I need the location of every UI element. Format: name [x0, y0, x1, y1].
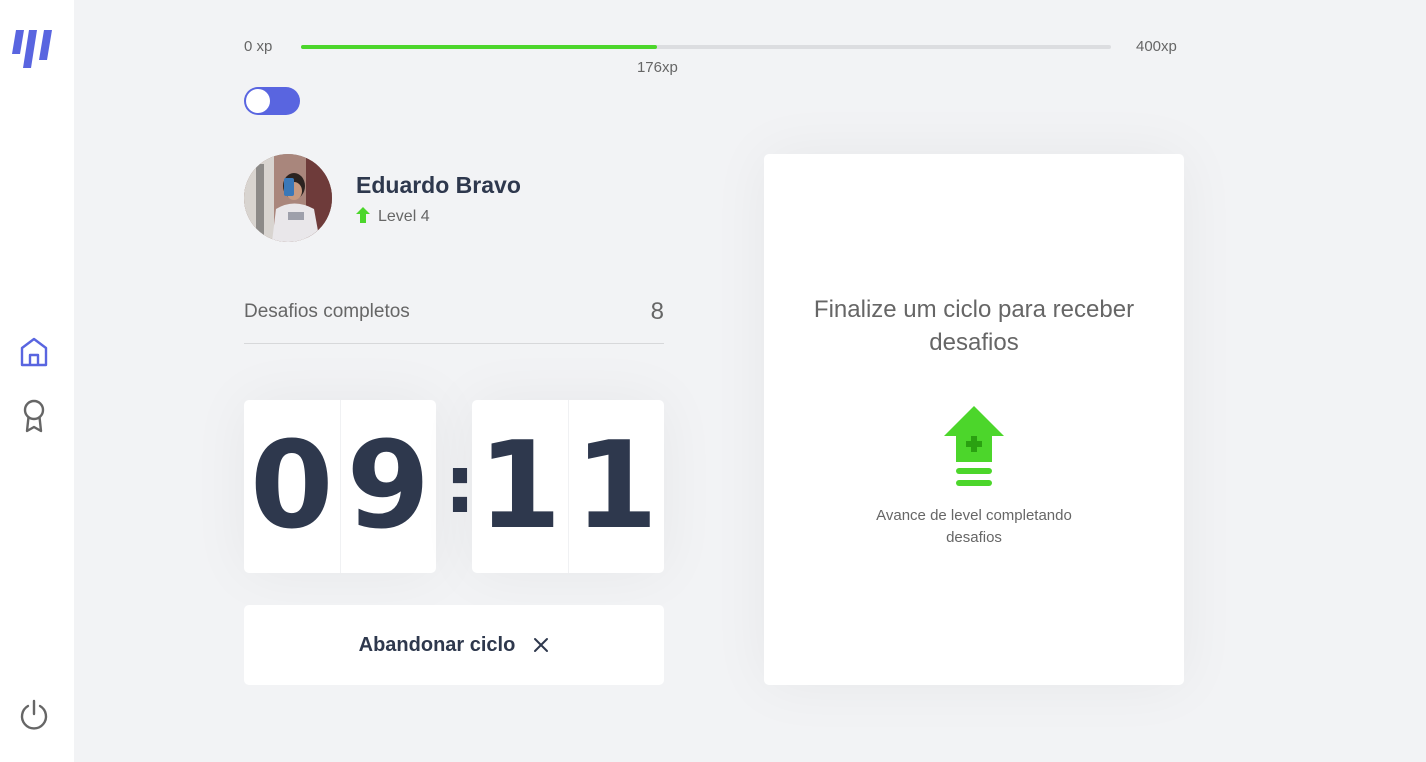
xp-current-label: 176xp: [636, 59, 678, 76]
abandon-cycle-button[interactable]: Abandonar ciclo: [244, 605, 664, 685]
countdown-digit: 9: [339, 400, 437, 573]
countdown-digit: 1: [478, 416, 562, 556]
countdown-minutes: 0 9: [244, 400, 436, 573]
countdown-digit: 1: [567, 400, 665, 573]
challenge-box-hint: Avance de level completando desafios: [876, 507, 1072, 546]
xp-progress-fill: [301, 45, 658, 49]
profile-name: Eduardo Bravo: [356, 172, 521, 198]
theme-toggle[interactable]: [244, 87, 300, 115]
level-up-arrow-icon: [356, 207, 370, 223]
countdown-seconds: 1 1: [472, 400, 664, 573]
countdown-separator: :: [444, 438, 476, 531]
power-icon[interactable]: [19, 699, 49, 731]
moveit-logo: [12, 30, 52, 68]
xp-progress-bar: [301, 45, 1111, 49]
award-icon[interactable]: [20, 399, 48, 433]
level-up-icon: [944, 406, 1004, 486]
sidebar: [0, 0, 74, 762]
home-icon[interactable]: [19, 336, 49, 368]
completed-challenges-label: Desafios completos: [244, 301, 410, 322]
countdown-digit: 0: [250, 416, 334, 556]
avatar: [244, 154, 332, 242]
completed-challenges: Desafios completos 8: [244, 298, 664, 344]
profile-level: Level 4: [378, 208, 430, 225]
completed-challenges-count: 8: [650, 298, 664, 325]
close-icon: [534, 638, 549, 652]
abandon-cycle-label: Abandonar ciclo: [358, 633, 516, 656]
xp-min-label: 0 xp: [244, 38, 273, 55]
xp-max-label: 400xp: [1136, 38, 1177, 55]
challenge-box: Finalize um ciclo para receber desafios …: [764, 154, 1184, 685]
challenge-box-title: Finalize um ciclo para receber desafios: [813, 296, 1135, 356]
toggle-knob: [246, 89, 270, 113]
